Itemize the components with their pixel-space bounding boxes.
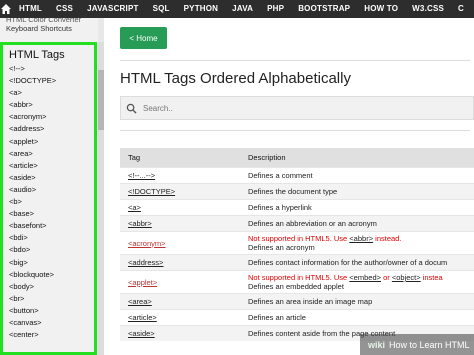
watermark-brand: wiki [368,339,386,350]
nav-item-c[interactable]: C [451,0,471,18]
table-row: <applet> Not supported in HTML5. Use <em… [120,270,474,294]
nav-item-php[interactable]: PHP [260,0,291,18]
warning-text: or [381,273,392,282]
page-title: HTML Tags Ordered Alphabetically [120,70,351,87]
divider [120,130,470,131]
tag-description: Defines an article [240,309,474,326]
sidebar-link-keyboard-shortcuts[interactable]: Keyboard Shortcuts [0,24,98,34]
divider [120,60,470,61]
sidebar-tag-list: <!--> <!DOCTYPE> <a> <abbr> <acronym> <a… [3,63,94,341]
tag-link[interactable]: <area> [128,297,152,306]
sidebar-item-b[interactable]: <b> [3,196,94,208]
deprecation-warning: Not supported in HTML5. Use <abbr> inste… [248,234,466,243]
sidebar-item-canvas[interactable]: <canvas> [3,317,94,329]
sidebar-item-abbr[interactable]: <abbr> [3,99,94,111]
sidebar-item-base[interactable]: <base> [3,208,94,220]
table-row: <!--...--> Defines a comment [120,167,474,184]
tag-description: Defines a hyperlink [240,199,474,216]
sidebar-item-applet[interactable]: <applet> [3,136,94,148]
sidebar-heading: HTML Tags [9,49,65,61]
table-header-row: Tag Description [120,148,474,168]
sidebar-item-aside[interactable]: <aside> [3,172,94,184]
nav-item-javascript[interactable]: JAVASCRIPT [80,0,146,18]
tag-description: Defines the document type [240,183,474,200]
deprecation-warning: Not supported in HTML5. Use <embed> or <… [248,273,466,282]
tag-link[interactable]: <article> [128,313,157,322]
sidebar-item-area[interactable]: <area> [3,148,94,160]
sidebar-item-acronym[interactable]: <acronym> [3,111,94,123]
tag-link[interactable]: <applet> [128,278,157,287]
table-row: <address> Defines contact information fo… [120,254,474,271]
tag-description: Defines contact information for the auth… [240,254,474,271]
tag-link[interactable]: <aside> [128,329,155,338]
alternative-tag-link[interactable]: <embed> [349,273,381,282]
tag-link[interactable]: <!--...--> [128,171,155,180]
search-icon [126,103,137,114]
sidebar-item-button[interactable]: <button> [3,305,94,317]
sidebar-item-blockquote[interactable]: <blockquote> [3,269,94,281]
sidebar-item-center[interactable]: <center> [3,329,94,341]
sidebar-html-tags: HTML Tags <!--> <!DOCTYPE> <a> <abbr> <a… [0,42,97,355]
tag-link[interactable]: <abbr> [128,219,152,228]
table-row: <a> Defines a hyperlink [120,199,474,216]
tag-link[interactable]: <acronym> [128,239,166,248]
tag-description: Defines an abbreviation or an acronym [240,215,474,232]
sidebar-item-audio[interactable]: <audio> [3,184,94,196]
nav-item-bootstrap[interactable]: BOOTSTRAP [291,0,357,18]
table-row: <!DOCTYPE> Defines the document type [120,183,474,200]
warning-text: Not supported in HTML5. Use [248,234,350,243]
sidebar-top-links: HTML Color Converter Keyboard Shortcuts [0,18,98,42]
sidebar-item-bdo[interactable]: <bdo> [3,244,94,256]
tag-link[interactable]: <!DOCTYPE> [128,187,175,196]
table-row: <abbr> Defines an abbreviation or an acr… [120,215,474,232]
nav-item-how-to[interactable]: HOW TO [357,0,405,18]
nav-item-w3css[interactable]: W3.CSS [405,0,451,18]
nav-item-sql[interactable]: SQL [146,0,177,18]
table-row: <article> Defines an article [120,309,474,326]
table-row: <area> Defines an area inside an image m… [120,293,474,310]
tag-link[interactable]: <a> [128,203,141,212]
nav-item-css[interactable]: CSS [49,0,80,18]
search-input[interactable] [141,102,445,114]
top-navigation-bar: HTML CSS JAVASCRIPT SQL PYTHON JAVA PHP … [0,0,474,18]
alternative-tag-link[interactable]: <object> [392,273,421,282]
warning-text: instead. [373,234,402,243]
nav-item-python[interactable]: PYTHON [177,0,226,18]
sidebar-item-address[interactable]: <address> [3,123,94,135]
column-header-description: Description [240,148,474,168]
watermark-text: How to Learn HTML [389,339,470,350]
nav-item-html[interactable]: HTML [12,0,49,18]
search-box[interactable] [120,96,474,120]
home-icon[interactable] [0,0,12,18]
tag-description: Defines an area inside an image map [240,293,474,310]
nav-item-java[interactable]: JAVA [225,0,260,18]
tag-description: Defines a comment [240,167,474,184]
sidebar-item-body[interactable]: <body> [3,281,94,293]
table-row: <acronym> Not supported in HTML5. Use <a… [120,231,474,255]
tag-description: Defines an embedded applet [248,282,344,291]
sidebar-item-doctype[interactable]: <!DOCTYPE> [3,75,94,87]
sidebar-item-comment[interactable]: <!--> [3,63,94,75]
tags-table: Tag Description <!--...--> Defines a com… [120,148,474,341]
sidebar-item-big[interactable]: <big> [3,257,94,269]
alternative-tag-link[interactable]: <abbr> [349,234,373,243]
warning-text: instea [420,273,443,282]
sidebar-item-basefont[interactable]: <basefont> [3,220,94,232]
tag-description: Defines an acronym [248,243,315,252]
column-header-tag: Tag [120,148,240,168]
warning-text: Not supported in HTML5. Use [248,273,350,282]
main-content: < Home HTML Tags Ordered Alphabetically … [104,18,474,355]
sidebar-item-a[interactable]: <a> [3,87,94,99]
wikihow-watermark: wiki How to Learn HTML [360,334,474,355]
home-button[interactable]: < Home [120,27,167,49]
tag-link[interactable]: <address> [128,258,163,267]
sidebar-item-article[interactable]: <article> [3,160,94,172]
sidebar-item-br[interactable]: <br> [3,293,94,305]
sidebar-item-bdi[interactable]: <bdi> [3,232,94,244]
